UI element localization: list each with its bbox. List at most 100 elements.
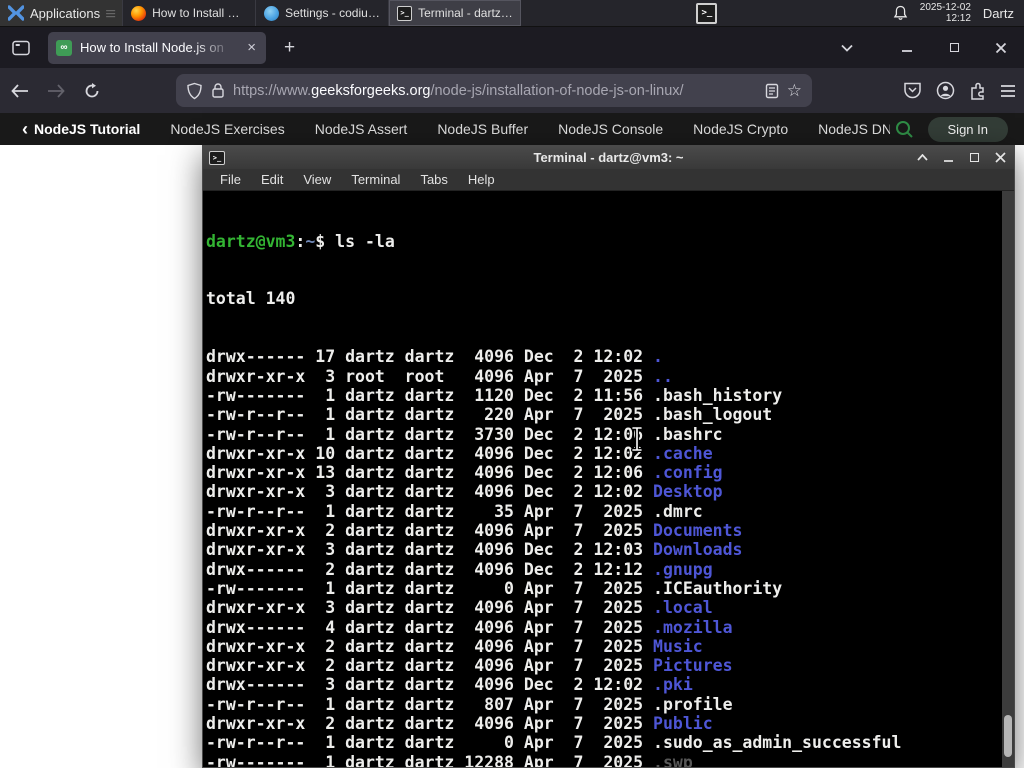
- maximize-window-button[interactable]: [966, 150, 982, 166]
- minimize-window-button[interactable]: [940, 150, 956, 166]
- file-name: .config: [653, 463, 723, 483]
- terminal-output-row: -rw------- 1 dartz dartz 0 Apr 7 2025 .I…: [206, 579, 1014, 598]
- search-icon: [895, 121, 913, 138]
- site-nav-item-label: NodeJS Assert: [314, 121, 408, 137]
- file-meta: drwxr-xr-x 13 dartz dartz 4096 Dec 2 12:…: [206, 463, 654, 483]
- firefox-nav-bar: https://www.geeksforgeeks.org/node-js/in…: [0, 68, 1024, 113]
- browser-tab-active[interactable]: ∞ How to Install Node.js on ×: [48, 31, 266, 64]
- file-name: Music: [653, 636, 703, 656]
- site-nav-item[interactable]: NodeJS DNS: [818, 121, 889, 137]
- file-meta: drwxr-xr-x 3 dartz dartz 4096 Apr 7 2025: [206, 598, 654, 618]
- terminal-menu-tabs[interactable]: Tabs: [411, 170, 456, 189]
- reload-button[interactable]: [76, 75, 108, 107]
- terminal-output-row: drwxr-xr-x 2 dartz dartz 4096 Apr 7 2025…: [206, 714, 1014, 733]
- site-search-button[interactable]: [894, 119, 914, 139]
- file-meta: drwxr-xr-x 10 dartz dartz 4096 Dec 2 12:…: [206, 443, 654, 463]
- terminal-titlebar[interactable]: >_ Terminal - dartz@vm3: ~: [203, 146, 1014, 169]
- notification-bell-icon[interactable]: [893, 5, 908, 21]
- url-text[interactable]: https://www.geeksforgeeks.org/node-js/in…: [233, 83, 757, 99]
- file-name: .gnupg: [653, 559, 713, 579]
- file-name: .profile: [653, 694, 733, 714]
- window-minimize-button[interactable]: [890, 33, 924, 63]
- site-nav-item[interactable]: NodeJS Crypto: [693, 121, 788, 137]
- extensions-icon[interactable]: [969, 82, 986, 100]
- terminal-output-row: drwxr-xr-x 13 dartz dartz 4096 Dec 2 12:…: [206, 463, 1014, 482]
- site-nav-item[interactable]: NodeJS Assert: [315, 121, 408, 137]
- window-button-label: Terminal - dartz@vm3: ~: [418, 6, 513, 20]
- file-meta: drwxr-xr-x 3 root root 4096 Apr 7 2025: [206, 366, 654, 386]
- panel-window-button-codium[interactable]: Settings - codium script...: [255, 0, 388, 26]
- site-nav-item[interactable]: NodeJS Buffer: [437, 121, 528, 137]
- file-meta: drwx------ 4 dartz dartz 4096 Apr 7 2025: [206, 617, 654, 637]
- file-meta: -rw------- 1 dartz dartz 0 Apr 7 2025: [206, 578, 654, 598]
- terminal-launcher[interactable]: >_: [692, 2, 722, 24]
- applications-menu-button[interactable]: Applications — — —: [0, 0, 123, 26]
- terminal-menu-file[interactable]: File: [211, 170, 250, 189]
- terminal-output[interactable]: dartz@vm3:~$ ls -la total 140 drwx------…: [203, 191, 1014, 767]
- window-close-button[interactable]: [984, 33, 1018, 63]
- list-all-tabs-button[interactable]: [830, 33, 864, 63]
- padlock-icon[interactable]: [211, 82, 225, 99]
- site-nav-item[interactable]: NodeJS Console: [558, 121, 663, 137]
- shade-window-button[interactable]: [914, 150, 930, 166]
- file-meta: -rw-r--r-- 1 dartz dartz 0 Apr 7 2025: [206, 733, 654, 753]
- terminal-total-line: total 140: [206, 289, 296, 309]
- terminal-output-row: -rw-r--r-- 1 dartz dartz 0 Apr 7 2025 .s…: [206, 733, 1014, 752]
- window-maximize-button[interactable]: [937, 33, 971, 63]
- file-meta: -rw-r--r-- 1 dartz dartz 35 Apr 7 2025: [206, 501, 654, 521]
- url-bar[interactable]: https://www.geeksforgeeks.org/node-js/in…: [176, 74, 812, 107]
- account-icon[interactable]: [936, 81, 955, 100]
- site-nav-bar: ‹ NodeJS Tutorial NodeJS Exercises NodeJS A…: [0, 113, 1024, 145]
- terminal-menu-edit[interactable]: Edit: [252, 170, 292, 189]
- forward-arrow-icon: [48, 83, 65, 98]
- close-icon: [995, 42, 1007, 53]
- terminal-menu-view[interactable]: View: [294, 170, 340, 189]
- tab-close-button[interactable]: ×: [245, 39, 258, 56]
- terminal-menu-help[interactable]: Help: [459, 170, 504, 189]
- panel-window-list: How to Install Node.js o... Settings - co…: [122, 0, 522, 26]
- panel-username[interactable]: Dartz: [983, 6, 1014, 21]
- file-name: .cache: [653, 443, 713, 463]
- file-name: Desktop: [653, 482, 723, 502]
- minimize-icon: [902, 49, 912, 52]
- panel-window-button-firefox[interactable]: How to Install Node.js o...: [122, 0, 255, 26]
- forward-button[interactable]: [40, 75, 72, 107]
- file-name: Downloads: [653, 540, 743, 560]
- site-nav-item-label: NodeJS Tutorial: [34, 121, 141, 137]
- site-nav-item-label: NodeJS Buffer: [437, 121, 529, 137]
- firefox-view-button[interactable]: [6, 33, 36, 63]
- terminal-menu-terminal[interactable]: Terminal: [342, 170, 409, 189]
- file-meta: drwxr-xr-x 2 dartz dartz 4096 Apr 7 2025: [206, 636, 654, 656]
- close-window-button[interactable]: [992, 150, 1008, 166]
- terminal-output-row: -rw-r--r-- 1 dartz dartz 220 Apr 7 2025 …: [206, 405, 1014, 424]
- scrollbar-thumb[interactable]: [1004, 715, 1012, 757]
- chevron-left-icon: ‹: [22, 118, 28, 139]
- back-arrow-icon: [11, 83, 28, 98]
- pocket-save-icon[interactable]: [903, 82, 922, 99]
- file-meta: -rw------- 1 dartz dartz 1120 Dec 2 11:5…: [206, 385, 654, 405]
- new-tab-button[interactable]: +: [276, 35, 303, 61]
- file-name: ..: [653, 366, 673, 386]
- terminal-output-row: drwx------ 17 dartz dartz 4096 Dec 2 12:…: [206, 347, 1014, 366]
- hamburger-menu-icon[interactable]: [1000, 84, 1016, 98]
- site-nav-item[interactable]: NodeJS Exercises: [170, 121, 284, 137]
- back-button[interactable]: [4, 75, 36, 107]
- terminal-output-row: -rw------- 1 dartz dartz 12288 Apr 7 202…: [206, 753, 1014, 767]
- site-nav-item[interactable]: ‹ NodeJS Tutorial: [22, 119, 140, 140]
- prompt-path: ~: [305, 231, 316, 251]
- terminal-scrollbar[interactable]: [1002, 191, 1014, 767]
- sign-in-button[interactable]: Sign In: [927, 116, 1008, 142]
- firefox-tab-bar: ∞ How to Install Node.js on × +: [0, 27, 1024, 68]
- tracking-shield-icon[interactable]: [186, 82, 203, 100]
- url-host: geeksforgeeks.org: [311, 82, 431, 99]
- terminal-title: Terminal - dartz@vm3: ~: [533, 150, 684, 165]
- file-meta: -rw-r--r-- 1 dartz dartz 220 Apr 7 2025: [206, 405, 654, 425]
- reload-icon: [85, 82, 99, 97]
- firefox-icon: [131, 5, 147, 21]
- reader-mode-icon[interactable]: [765, 83, 779, 99]
- url-path: /node-js/installation-of-node-js-on-linu…: [430, 82, 684, 99]
- bookmark-star-icon[interactable]: ☆: [787, 81, 802, 101]
- panel-window-button-terminal[interactable]: >_ Terminal - dartz@vm3: ~: [388, 0, 522, 26]
- panel-clock[interactable]: 2025-12-02 12:12: [920, 2, 971, 24]
- terminal-output-row: drwxr-xr-x 2 dartz dartz 4096 Apr 7 2025…: [206, 521, 1014, 540]
